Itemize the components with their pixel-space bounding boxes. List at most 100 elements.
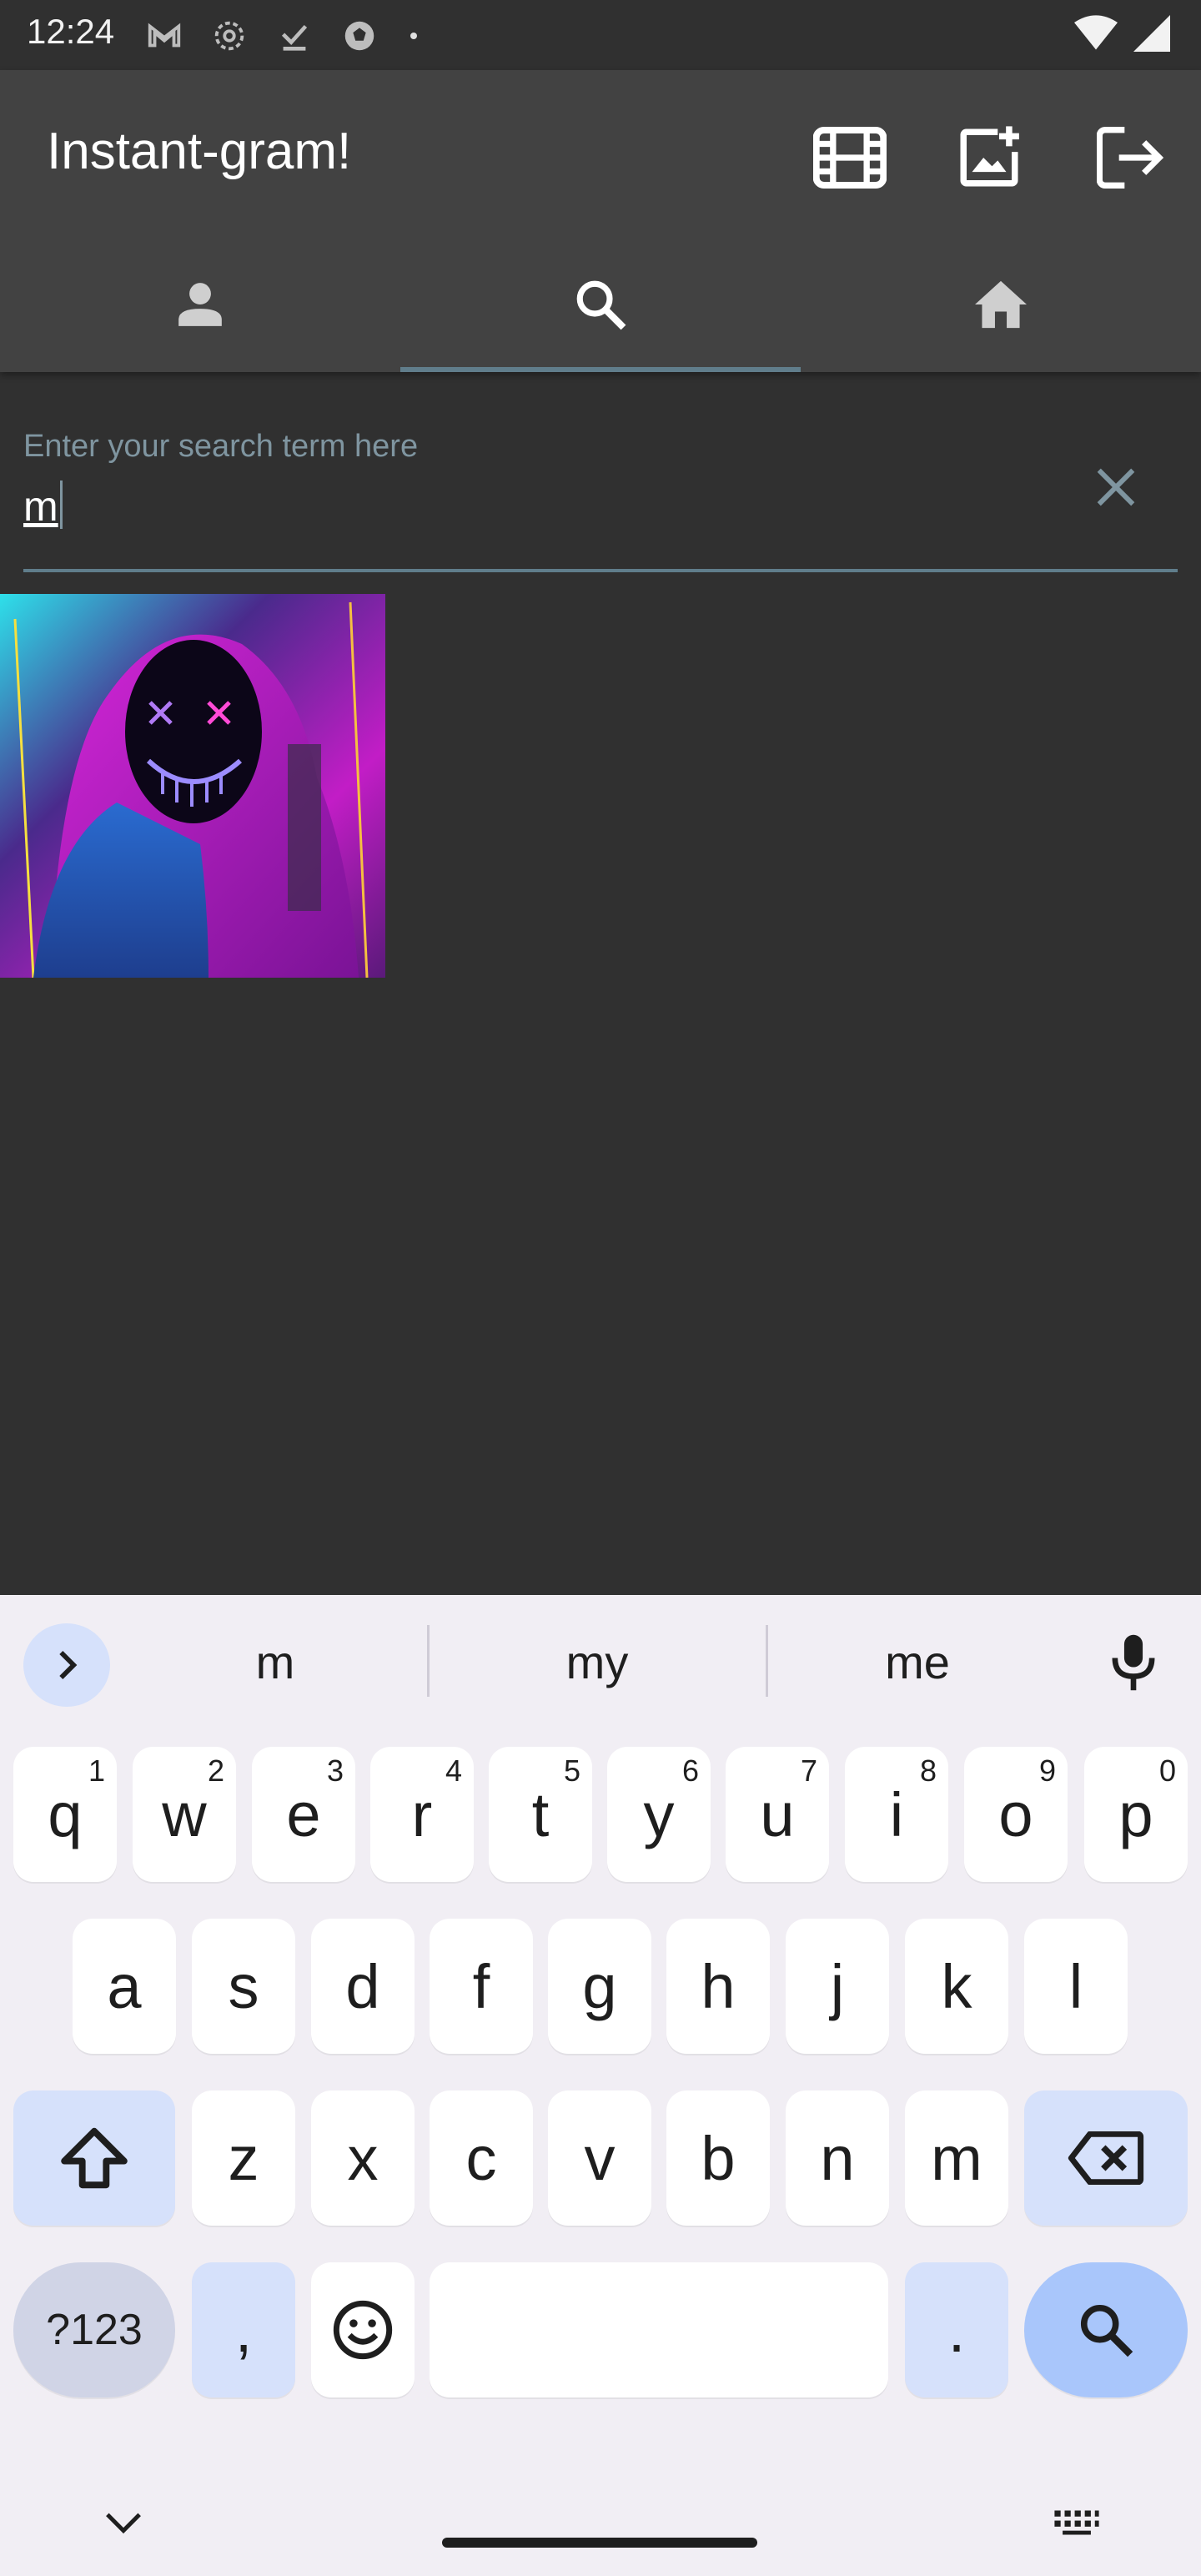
- key-label: m: [931, 2123, 982, 2193]
- clear-search-button[interactable]: [1083, 454, 1149, 521]
- key-label: c: [465, 2123, 497, 2193]
- gmail-icon: [148, 23, 181, 48]
- search-icon: [576, 280, 626, 330]
- key-number-hint: 5: [563, 1753, 580, 1788]
- emoji-key[interactable]: [311, 2262, 415, 2397]
- key-label: u: [760, 1779, 795, 1849]
- key-w[interactable]: w2: [133, 1747, 236, 1882]
- key-c[interactable]: c: [430, 2090, 533, 2226]
- search-input[interactable]: m: [23, 480, 63, 531]
- key-j[interactable]: j: [786, 1919, 889, 2054]
- key-label: n: [820, 2123, 855, 2193]
- download-done-icon: [281, 24, 308, 51]
- suggestion-1[interactable]: m: [117, 1635, 434, 1689]
- key-b[interactable]: b: [666, 2090, 770, 2226]
- soccer-icon: [344, 21, 374, 51]
- search-result-image[interactable]: [0, 594, 385, 978]
- expand-toolbar-button[interactable]: [23, 1623, 110, 1707]
- key-label: w: [162, 1779, 207, 1849]
- key-x[interactable]: x: [311, 2090, 415, 2226]
- keyboard-switch-button[interactable]: [1048, 2498, 1106, 2548]
- tab-profile[interactable]: [0, 237, 400, 372]
- key-label: s: [228, 1951, 259, 2021]
- key-label: f: [472, 1951, 490, 2021]
- key-label: r: [411, 1779, 433, 1849]
- key-f[interactable]: f: [430, 1919, 533, 2054]
- shift-key[interactable]: [13, 2090, 175, 2226]
- key-label: o: [998, 1779, 1033, 1849]
- home-icon: [975, 280, 1027, 329]
- logout-icon: [1097, 127, 1163, 189]
- logout-button[interactable]: [1084, 112, 1176, 204]
- suggestion-2[interactable]: my: [439, 1635, 756, 1689]
- key-i[interactable]: i8: [845, 1747, 948, 1882]
- text-cursor: [59, 480, 63, 529]
- key-k[interactable]: k: [905, 1919, 1008, 2054]
- key-d[interactable]: d: [311, 1919, 415, 2054]
- key-q[interactable]: q1: [13, 1747, 117, 1882]
- status-bar: 12:24: [0, 0, 1201, 70]
- key-r[interactable]: r4: [370, 1747, 474, 1882]
- key-label: e: [286, 1779, 321, 1849]
- search-icon: [1080, 2304, 1133, 2357]
- key-h[interactable]: h: [666, 1919, 770, 2054]
- key-label: a: [107, 1951, 142, 2021]
- key-label: t: [531, 1779, 550, 1849]
- search-action-key[interactable]: [1024, 2262, 1188, 2397]
- chevron-right-icon: [59, 1650, 78, 1680]
- comma-key[interactable]: ,: [192, 2262, 295, 2397]
- add-photo-icon: [960, 126, 1019, 187]
- shift-icon: [61, 2127, 128, 2189]
- hooded-figure-image: [0, 594, 385, 978]
- key-a[interactable]: a: [73, 1919, 176, 2054]
- key-s[interactable]: s: [192, 1919, 295, 2054]
- key-y[interactable]: y6: [607, 1747, 711, 1882]
- chevron-down-icon: [106, 2513, 141, 2534]
- movie-icon: [813, 126, 887, 189]
- system-icons: [1074, 15, 1171, 52]
- key-label: v: [584, 2123, 616, 2193]
- key-g[interactable]: g: [548, 1919, 651, 2054]
- status-time: 12:24: [27, 12, 115, 51]
- key-z[interactable]: z: [192, 2090, 295, 2226]
- key-label: p: [1118, 1779, 1153, 1849]
- key-label: .: [947, 2295, 966, 2365]
- key-label: b: [701, 2123, 736, 2193]
- suggestion-3[interactable]: me: [759, 1635, 1076, 1689]
- tab-search[interactable]: [400, 237, 801, 372]
- key-label: ,: [234, 2295, 253, 2365]
- key-u[interactable]: u7: [726, 1747, 829, 1882]
- key-number-hint: 7: [800, 1753, 817, 1788]
- symbols-key[interactable]: ?123: [13, 2262, 175, 2397]
- voice-input-button[interactable]: [1096, 1625, 1171, 1700]
- key-o[interactable]: o9: [964, 1747, 1068, 1882]
- tab-home[interactable]: [801, 237, 1201, 372]
- search-hint: Enter your search term here: [23, 429, 419, 464]
- key-t[interactable]: t5: [489, 1747, 592, 1882]
- space-key[interactable]: [430, 2262, 888, 2397]
- key-v[interactable]: v: [548, 2090, 651, 2226]
- key-label: j: [830, 1951, 845, 2021]
- movie-button[interactable]: [804, 112, 896, 204]
- key-n[interactable]: n: [786, 2090, 889, 2226]
- key-p[interactable]: p0: [1084, 1747, 1188, 1882]
- add-photo-button[interactable]: [943, 112, 1035, 204]
- key-label: x: [347, 2123, 379, 2193]
- period-key[interactable]: .: [905, 2262, 1008, 2397]
- key-m[interactable]: m: [905, 2090, 1008, 2226]
- hide-keyboard-button[interactable]: [98, 2498, 148, 2548]
- backspace-key[interactable]: [1024, 2090, 1188, 2226]
- key-number-hint: 9: [1038, 1753, 1056, 1788]
- signal-icon: [1133, 15, 1170, 52]
- key-e[interactable]: e3: [252, 1747, 355, 1882]
- microphone-icon: [1112, 1634, 1155, 1691]
- key-number-hint: 1: [88, 1753, 105, 1788]
- search-field[interactable]: Enter your search term here m: [23, 417, 1178, 572]
- backspace-icon: [1068, 2131, 1144, 2185]
- app-bar: Instant-gram!: [0, 70, 1201, 372]
- key-label: q: [48, 1779, 83, 1849]
- home-gesture-bar[interactable]: [442, 2538, 757, 2548]
- key-l[interactable]: l: [1024, 1919, 1128, 2054]
- key-label: i: [889, 1779, 904, 1849]
- system-nav-bar: [0, 2461, 1201, 2576]
